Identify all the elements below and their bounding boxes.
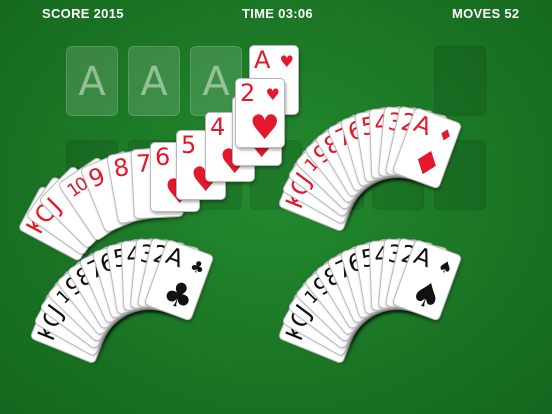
card-rank: 6 (155, 143, 171, 171)
card-rank: A (254, 46, 271, 74)
suit-icon: ♠ (435, 255, 456, 279)
card[interactable]: 2 ♥ ♥ (235, 78, 285, 148)
card-rank: A (410, 241, 436, 274)
card-rank: 8 (111, 152, 132, 184)
suit-icon: ♦ (405, 139, 448, 188)
suit-icon: ♣ (157, 271, 200, 320)
suit-icon: ♥ (249, 108, 280, 148)
suit-icon: ♥ (265, 85, 280, 104)
card-rank: A (162, 241, 188, 274)
suit-icon: ♦ (435, 123, 456, 147)
foundation-slot-1[interactable]: A (66, 46, 118, 116)
suit-icon: ♣ (187, 255, 208, 279)
suit-icon: ♠ (405, 271, 448, 320)
score-label: SCORE 2015 (42, 6, 124, 21)
time-label: TIME 03:06 (242, 6, 313, 21)
card-rank: 4 (210, 113, 226, 141)
foundation-slot-2[interactable]: A (128, 46, 180, 116)
card-rank: A (410, 109, 436, 142)
card-rank: 2 (240, 79, 256, 107)
card-rank: 9 (84, 161, 110, 194)
heart-icon: ♥ (279, 52, 294, 71)
card-rank: 5 (181, 131, 197, 159)
moves-label: MOVES 52 (452, 6, 520, 21)
free-cell-slot-right[interactable] (434, 46, 486, 116)
